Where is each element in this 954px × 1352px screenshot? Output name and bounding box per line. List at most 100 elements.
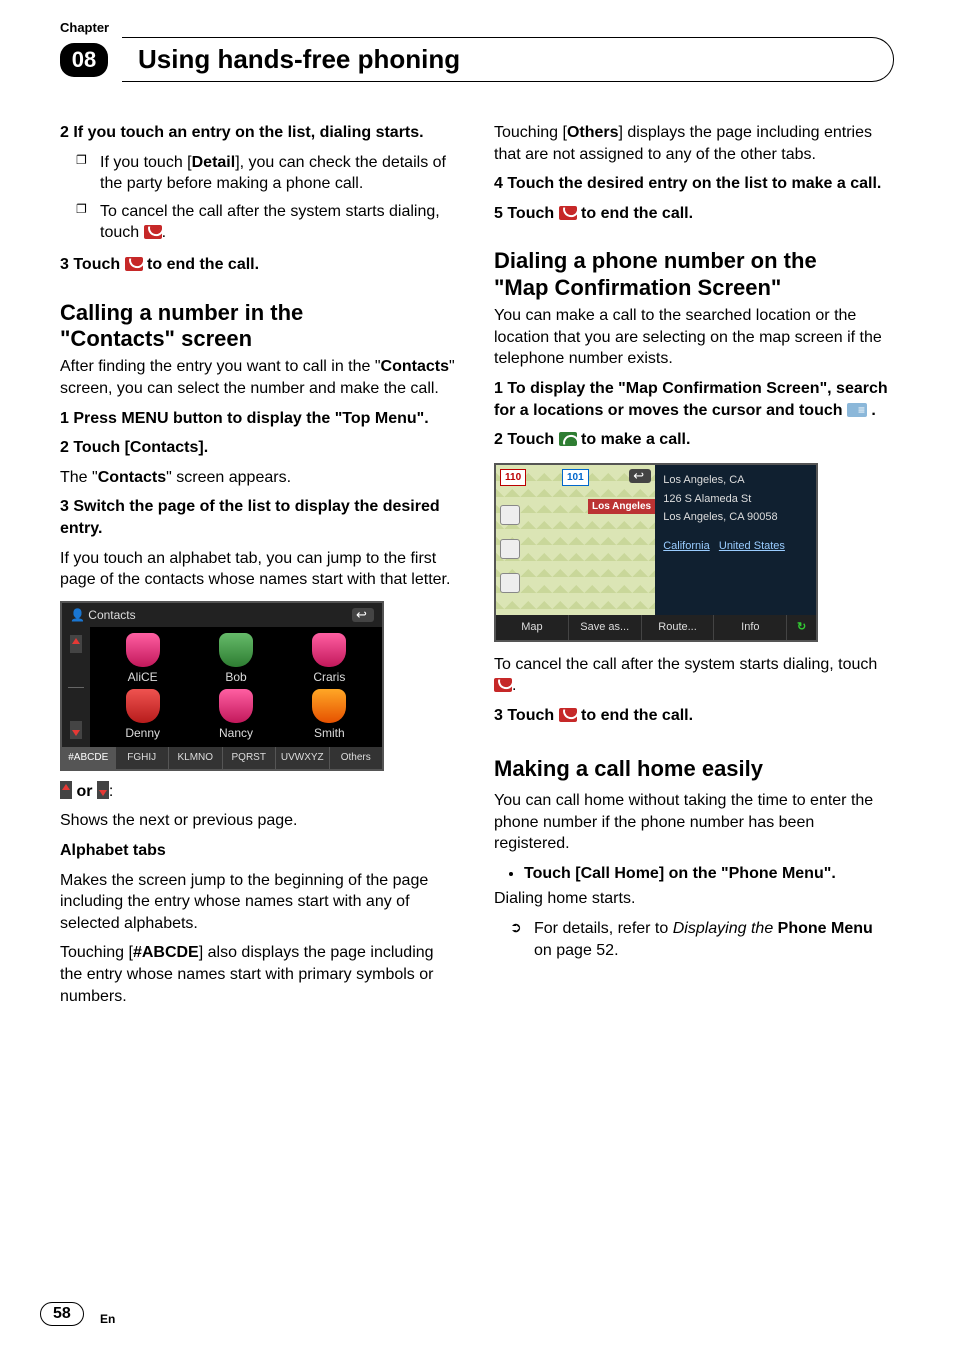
arrows-label: or : [60,781,460,803]
contact-item[interactable]: AliCE [98,633,187,685]
step-2-heading: 2 If you touch an entry on the list, dia… [60,122,460,144]
map-info-panel: Los Angeles, CA 126 S Alameda St Los Ang… [655,465,816,615]
avatar-icon [312,689,346,723]
page-up-icon [60,781,72,799]
dial-step-3: 3 Touch to end the call. [494,705,894,727]
contact-item[interactable]: Denny [98,689,187,741]
contacts-side [62,627,90,747]
home-body: You can call home without taking the tim… [494,790,894,855]
step-3-end-call: 3 Touch to end the call. [60,254,460,276]
route-shield-101: 101 [562,469,589,487]
alpha-tab[interactable]: UVWXYZ [276,747,330,769]
page-number: 58 [40,1302,84,1326]
cs-step-3-body: If you touch an alphabet tab, you can ju… [60,548,460,591]
map-screenshot: 110 101 Los Angeles Los Angeles, CA 126 … [494,463,818,642]
page: Chapter 08 Using hands-free phoning 2 If… [0,0,954,1352]
alpha-tab[interactable]: KLMNO [169,747,223,769]
footer-button[interactable]: Map [496,615,569,640]
footer-button[interactable]: Route... [642,615,715,640]
step-2-bullets: If you touch [Detail], you can check the… [60,152,460,244]
map-city-label: Los Angeles [588,499,655,515]
contacts-screenshot: 👤 Contacts AliCE Bob Craris Denny Nanc [60,601,384,771]
refresh-icon[interactable]: ↻ [787,615,816,640]
cancel-body: To cancel the call after the system star… [494,654,894,697]
map-footer: Map Save as... Route... Info ↻ [496,615,816,640]
contacts-body: AliCE Bob Craris Denny Nancy Smith [62,627,382,747]
map-address: 126 S Alameda St [663,492,808,507]
chapter-header: 08 Using hands-free phoning [60,37,894,82]
avatar-icon [126,633,160,667]
cs-step-2-body: The "Contacts" screen appears. [60,467,460,489]
hangup-icon [559,708,577,722]
language-code: En [100,1312,115,1326]
dial-body: You can make a call to the searched loca… [494,305,894,370]
chapter-title: Using hands-free phoning [138,44,460,74]
left-column: 2 If you touch an entry on the list, dia… [60,122,460,1015]
map-canvas[interactable]: 110 101 Los Angeles [496,465,655,615]
chapter-label: Chapter [60,20,894,35]
map-tool-icon[interactable] [500,505,520,525]
xref-list: For details, refer to Displaying the Pho… [494,918,894,961]
divider [68,687,84,688]
bullet-detail: If you touch [Detail], you can check the… [100,152,460,195]
region-link[interactable]: United States [719,540,785,552]
alpha-tab[interactable]: #ABCDE [62,747,116,769]
columns: 2 If you touch an entry on the list, dia… [60,122,894,1015]
hangup-icon [494,678,512,692]
route-shield-110: 110 [500,469,526,487]
contact-item[interactable]: Nancy [191,689,280,741]
bullet-cancel: To cancel the call after the system star… [100,201,460,244]
contacts-tabs: #ABCDE FGHIJ KLMNO PQRST UVWXYZ Others [62,747,382,769]
hangup-icon [559,206,577,220]
contact-item[interactable]: Craris [285,633,374,685]
page-up-icon[interactable] [70,635,82,653]
step-5: 5 Touch to end the call. [494,203,894,225]
heading-calling-contacts: Calling a number in the "Contacts" scree… [60,300,460,353]
alpha-body-2: Touching [#ABCDE] also displays the page… [60,942,460,1007]
back-icon[interactable] [629,469,651,483]
avatar-icon [312,633,346,667]
right-column: Touching [Others] displays the page incl… [494,122,894,1015]
alpha-tabs-heading: Alphabet tabs [60,840,460,862]
hangup-icon [125,257,143,271]
alpha-tab[interactable]: PQRST [223,747,277,769]
page-down-icon [97,781,109,799]
contacts-header: 👤 Contacts [62,603,382,627]
chapter-number-badge: 08 [60,43,108,77]
alpha-tab[interactable]: Others [330,747,383,769]
contact-item[interactable]: Bob [191,633,280,685]
cs-step-3: 3 Switch the page of the list to display… [60,496,460,539]
map-region: California United States [663,539,808,554]
contacts-title: 👤 Contacts [70,607,136,623]
dial-step-1: 1 To display the "Map Confirmation Scree… [494,378,894,421]
info-panel-icon [847,403,867,417]
home-bullet: Touch [Call Home] on the "Phone Menu". [524,863,894,885]
region-link[interactable]: California [663,540,709,552]
arrows-desc: Shows the next or previous page. [60,810,460,832]
cs-step-2: 2 Touch [Contacts]. [60,437,460,459]
map-body: 110 101 Los Angeles Los Angeles, CA 126 … [496,465,816,615]
back-icon[interactable] [352,608,374,622]
cs-step-1: 1 Press MENU button to display the "Top … [60,408,460,430]
calling-body: After finding the entry you want to call… [60,356,460,399]
hangup-icon [144,225,162,239]
map-tool-icon[interactable] [500,539,520,559]
footer-button[interactable]: Save as... [569,615,642,640]
avatar-icon [126,689,160,723]
contact-item[interactable]: Smith [285,689,374,741]
page-down-icon[interactable] [70,721,82,739]
avatar-icon [219,633,253,667]
call-icon [559,432,577,446]
footer-button[interactable]: Info [714,615,787,640]
map-zip: Los Angeles, CA 90058 [663,510,808,525]
map-side-icons [500,505,520,593]
map-city: Los Angeles, CA [663,473,808,488]
dial-step-2: 2 Touch to make a call. [494,429,894,451]
map-tool-icon[interactable] [500,573,520,593]
chapter-title-wrap: Using hands-free phoning [122,37,894,82]
home-bullet-list: Touch [Call Home] on the "Phone Menu". [494,863,894,885]
home-start: Dialing home starts. [494,888,894,910]
others-body: Touching [Others] displays the page incl… [494,122,894,165]
heading-dialing-map: Dialing a phone number on the "Map Confi… [494,248,894,301]
alpha-tab[interactable]: FGHIJ [116,747,170,769]
